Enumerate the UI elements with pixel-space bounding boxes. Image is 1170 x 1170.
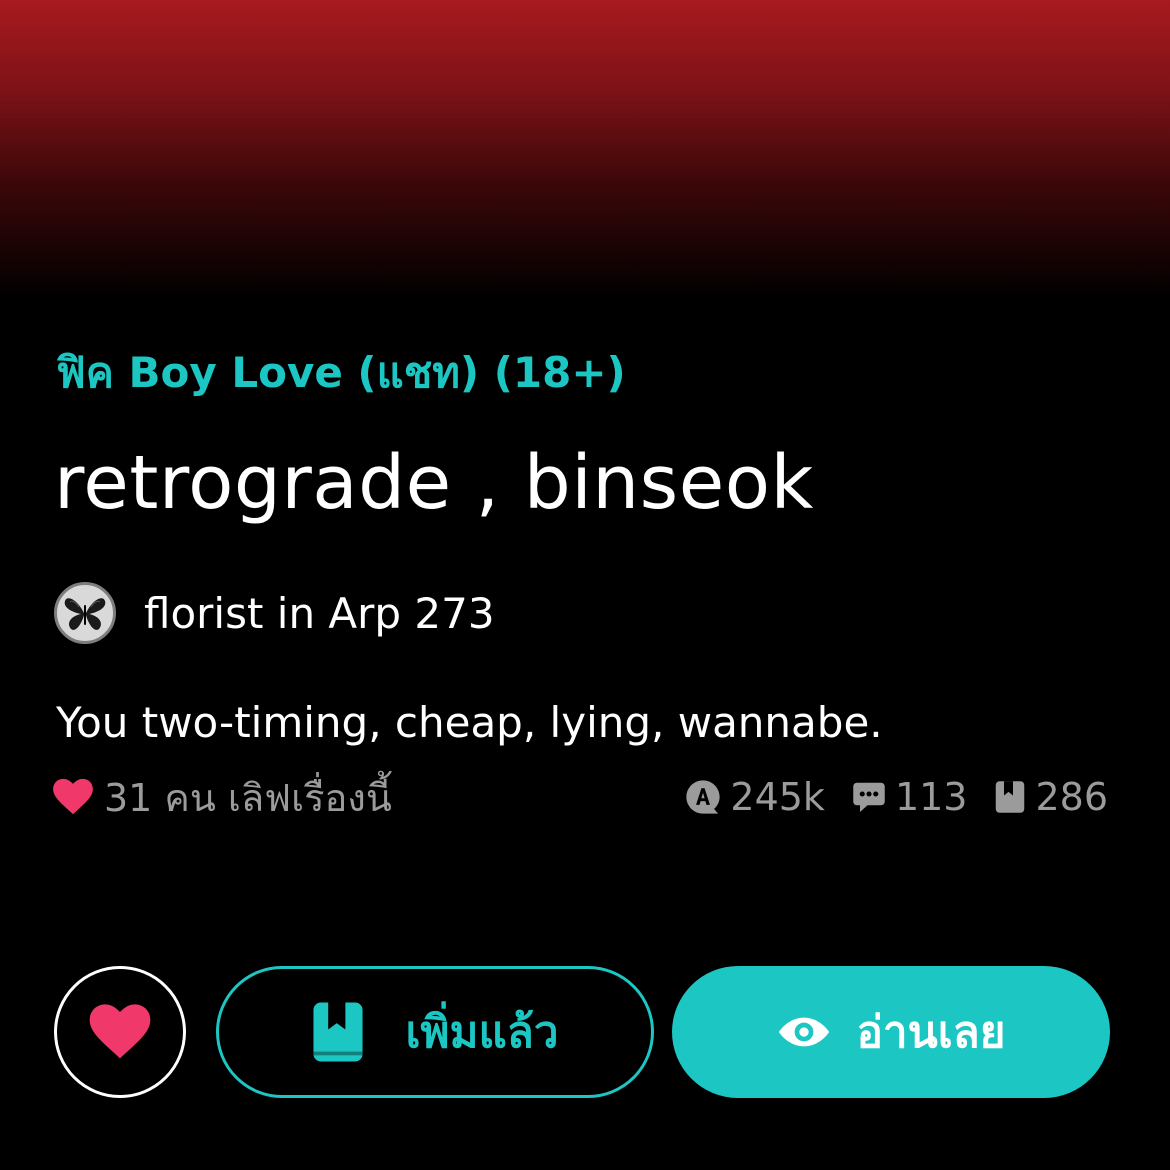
- author-row[interactable]: florist in Arp 273: [54, 582, 495, 644]
- story-description: You two-timing, cheap, lying, wannabe.: [56, 698, 883, 747]
- story-stats: 245k 113 286: [658, 774, 1108, 820]
- butterfly-icon: [64, 598, 106, 630]
- eye-icon: [778, 1017, 829, 1047]
- chapters-stat: 286: [993, 775, 1108, 819]
- bookmark-icon: [313, 1002, 363, 1062]
- read-now-label: อ่านเลย: [856, 1007, 1006, 1058]
- comments-count: 113: [894, 775, 968, 819]
- comments-stat: 113: [851, 775, 968, 819]
- story-category[interactable]: ฟิค Boy Love (แชท) (18+): [56, 340, 626, 406]
- author-avatar[interactable]: [54, 582, 116, 644]
- story-title: retrograde , binseok: [54, 440, 814, 526]
- view-count-icon: [686, 780, 721, 814]
- heart-icon: [53, 778, 93, 815]
- chapter-icon: [996, 781, 1025, 813]
- chapters-count: 286: [1035, 775, 1108, 819]
- hero-banner: [0, 0, 1170, 300]
- views-count: 245k: [730, 775, 825, 819]
- author-name[interactable]: florist in Arp 273: [144, 589, 495, 638]
- added-label: เพิ่มแล้ว: [405, 1007, 559, 1058]
- read-now-button[interactable]: อ่านเลย: [672, 966, 1110, 1098]
- like-button[interactable]: [54, 966, 186, 1098]
- likes-summary: 31 คน เลิฟเรื่องนี้: [52, 774, 392, 820]
- likes-count-text: 31 คน เลิฟเรื่องนี้: [104, 775, 392, 820]
- views-stat: 245k: [684, 775, 825, 819]
- added-to-library-button[interactable]: เพิ่มแล้ว: [216, 966, 654, 1098]
- comment-icon: [853, 782, 885, 812]
- heart-icon: [89, 1004, 151, 1059]
